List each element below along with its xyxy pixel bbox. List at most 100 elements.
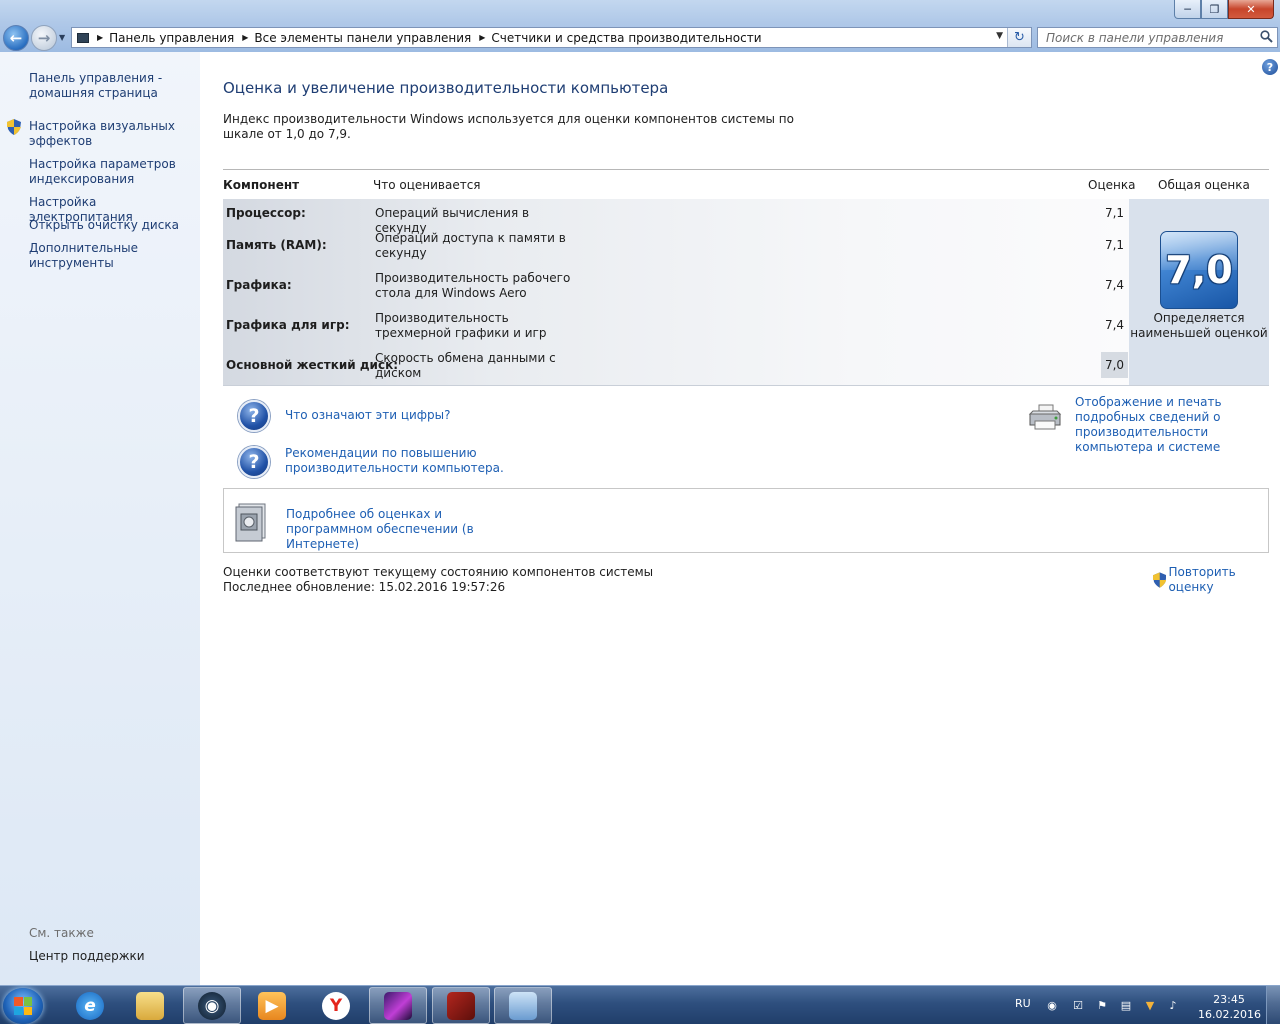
- performance-meter-icon: [509, 991, 537, 1020]
- table-row-score: 7,1: [1104, 238, 1125, 252]
- uac-shield-icon: [7, 119, 21, 135]
- taskbar-performance-control-panel[interactable]: [494, 987, 552, 1024]
- back-button[interactable]: ←: [3, 25, 29, 51]
- recommendations-link[interactable]: Рекомендации по повышению производительн…: [285, 446, 515, 476]
- audio-muted-icon[interactable]: ▼: [1143, 1000, 1157, 1012]
- see-also-heading: См. также: [29, 926, 94, 940]
- sidebar-item-home[interactable]: Панель управления - домашняя страница: [29, 71, 194, 101]
- sidebar-item-disk-cleanup[interactable]: Открыть очистку диска: [29, 218, 194, 233]
- window-controls: ─ ❐ ✕: [1174, 0, 1274, 19]
- column-header-score: Оценка: [1088, 178, 1136, 192]
- chevron-right-icon[interactable]: ▶: [97, 33, 103, 42]
- taskbar-dota-2[interactable]: [432, 987, 490, 1024]
- maximize-button[interactable]: ❐: [1201, 0, 1228, 19]
- steam-icon: ◉: [198, 991, 226, 1020]
- forward-button[interactable]: →: [31, 25, 57, 51]
- taskbar-yandex-browser[interactable]: Y: [307, 987, 365, 1024]
- column-header-component: Компонент: [223, 178, 300, 192]
- folder-icon: [136, 991, 164, 1020]
- steam-tray-icon[interactable]: ◉: [1045, 1000, 1059, 1012]
- rerate-label[interactable]: Повторить оценку: [1168, 565, 1280, 595]
- intro-text: Индекс производительности Windows исполь…: [223, 112, 794, 141]
- overall-score-caption: Определяется наименьшей оценкой: [1130, 311, 1268, 340]
- security-tray-icon[interactable]: ☑: [1071, 1000, 1085, 1012]
- windows-logo-icon: [14, 997, 32, 1015]
- action-center-flag-icon[interactable]: ⚑: [1095, 1000, 1109, 1012]
- language-indicator[interactable]: RU: [1015, 997, 1031, 1010]
- printer-icon: [1028, 404, 1062, 430]
- table-row-score: 7,4: [1104, 318, 1125, 332]
- refresh-icon: ↻: [1014, 30, 1025, 45]
- yandex-browser-icon: Y: [322, 991, 350, 1020]
- taskbar-file-explorer[interactable]: [121, 987, 179, 1024]
- taskbar-media-player[interactable]: ▶: [243, 987, 301, 1024]
- close-button[interactable]: ✕: [1228, 0, 1274, 19]
- breadcrumb-performance[interactable]: Счетчики и средства производительности: [491, 31, 761, 45]
- breadcrumb-control-panel[interactable]: Панель управления: [109, 31, 234, 45]
- address-bar[interactable]: ▶ Панель управления ▶ Все элементы панел…: [71, 27, 1032, 48]
- what-numbers-mean-link[interactable]: Что означают эти цифры?: [285, 408, 451, 423]
- search-box[interactable]: [1037, 27, 1278, 48]
- taskbar-internet-explorer[interactable]: e: [61, 987, 119, 1024]
- arrow-right-icon: →: [37, 29, 51, 47]
- column-header-what: Что оценивается: [373, 178, 481, 192]
- chevron-right-icon[interactable]: ▶: [479, 33, 485, 42]
- search-input[interactable]: [1038, 28, 1248, 47]
- refresh-button[interactable]: ↻: [1007, 28, 1031, 47]
- media-player-icon: ▶: [258, 991, 286, 1020]
- status-current: Оценки соответствуют текущему состоянию …: [223, 565, 654, 579]
- book-software-icon: [235, 503, 266, 542]
- breadcrumb-all-items[interactable]: Все элементы панели управления: [254, 31, 471, 45]
- show-desktop-button[interactable]: [1266, 986, 1280, 1024]
- recent-pages-dropdown[interactable]: ▼: [59, 33, 65, 42]
- control-panel-icon: [77, 32, 89, 43]
- more-info-online-link[interactable]: Подробнее об оценках и программном обесп…: [286, 507, 526, 552]
- taskbar-steam[interactable]: ◉: [183, 987, 241, 1024]
- game-launcher-icon: [384, 991, 412, 1020]
- table-row-description: Операций доступа к памяти в секунду: [375, 231, 566, 260]
- page-title: Оценка и увеличение производительности к…: [223, 79, 669, 97]
- overall-score-value: 7,0: [1165, 248, 1233, 292]
- taskbar: e ◉ ▶ Y RU ◉ ☑ ⚑ ▤ ▼ ♪ 23:45 16.02.2016: [0, 985, 1280, 1024]
- table-row-component: Процессор:: [226, 206, 306, 220]
- network-icon[interactable]: ▤: [1119, 1000, 1133, 1012]
- online-info-box: Подробнее об оценках и программном обесп…: [223, 488, 1269, 553]
- start-button[interactable]: [3, 988, 43, 1024]
- taskbar-game-launcher[interactable]: [369, 987, 427, 1024]
- table-row-component: Графика:: [226, 278, 292, 292]
- system-clock[interactable]: 23:45 16.02.2016: [1198, 992, 1261, 1022]
- table-row-description: Производительность трехмерной графики и …: [375, 311, 547, 340]
- help-icon[interactable]: ?: [1262, 59, 1278, 75]
- column-header-overall: Общая оценка: [1158, 178, 1250, 192]
- table-row-score-lowest: 7,0: [1101, 352, 1128, 378]
- print-details-link[interactable]: Отображение и печать подробных сведений …: [1075, 395, 1270, 455]
- arrow-left-icon: ←: [9, 29, 23, 47]
- overall-score-badge: 7,0: [1160, 231, 1238, 309]
- search-icon[interactable]: [1260, 30, 1273, 43]
- internet-explorer-icon: e: [76, 991, 104, 1020]
- sidebar-item-visual-effects[interactable]: Настройка визуальных эффектов: [29, 119, 194, 149]
- table-divider: [223, 169, 1269, 170]
- table-row-description: Производительность рабочего стола для Wi…: [375, 271, 571, 300]
- table-divider: [223, 385, 1269, 386]
- chevron-down-icon[interactable]: ▼: [996, 31, 1003, 41]
- uac-shield-icon: [1153, 572, 1167, 588]
- table-row-score: 7,4: [1104, 278, 1125, 292]
- help-question-icon: ?: [238, 446, 270, 478]
- sidebar-item-indexing[interactable]: Настройка параметров индексирования: [29, 157, 194, 187]
- table-row-component: Графика для игр:: [226, 318, 350, 332]
- table-row-score: 7,1: [1104, 206, 1125, 220]
- status-last-update: Последнее обновление: 15.02.2016 19:57:2…: [223, 580, 506, 594]
- overall-score-panel: 7,0 Определяется наименьшей оценкой: [1129, 199, 1269, 385]
- table-row-description: Скорость обмена данными с диском: [375, 351, 556, 380]
- rerate-button[interactable]: Повторить оценку: [1153, 565, 1280, 595]
- support-center-link[interactable]: Центр поддержки: [29, 949, 145, 963]
- table-row-component: Память (RAM):: [226, 238, 327, 252]
- volume-icon[interactable]: ♪: [1166, 1000, 1180, 1012]
- help-question-icon: ?: [238, 400, 270, 432]
- window-titlebar: ─ ❐ ✕ ← → ▼ ▶ Панель управления ▶ Все эл…: [0, 0, 1280, 52]
- minimize-button[interactable]: ─: [1174, 0, 1201, 19]
- chevron-right-icon[interactable]: ▶: [242, 33, 248, 42]
- dota-2-icon: [447, 991, 475, 1020]
- sidebar-item-advanced-tools[interactable]: Дополнительные инструменты: [29, 241, 194, 271]
